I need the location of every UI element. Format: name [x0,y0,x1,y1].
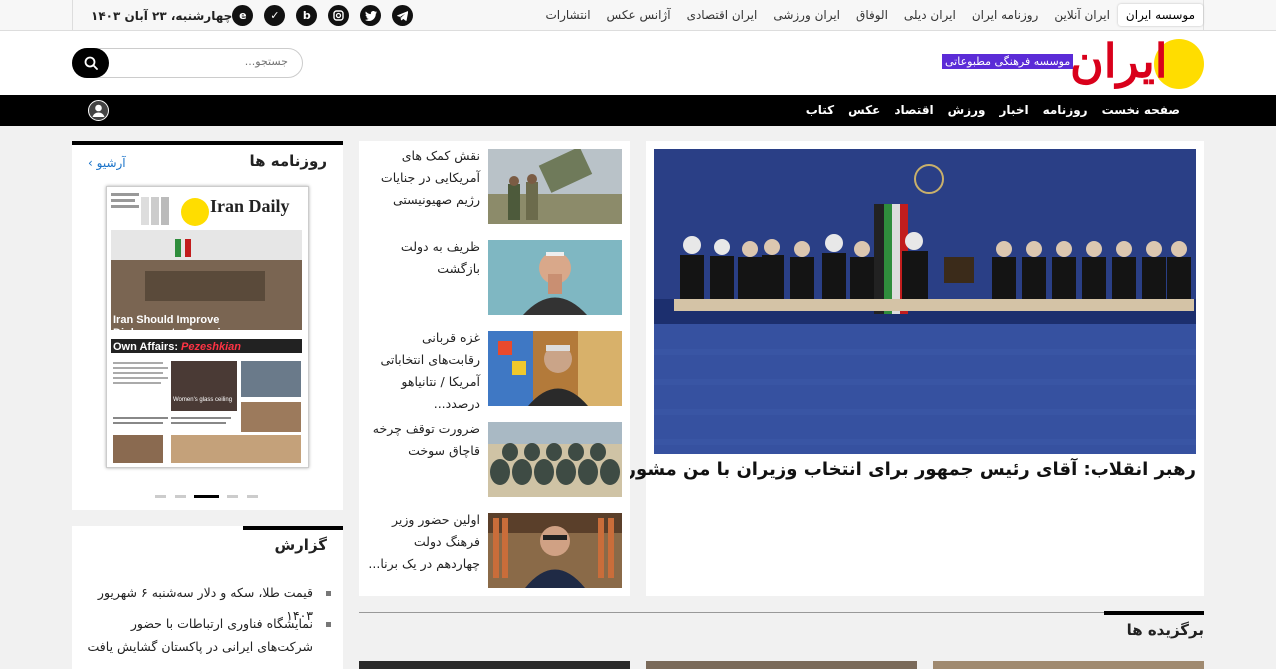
nav-item-book[interactable]: کتاب [799,95,841,126]
news-title[interactable]: نقش کمک های آمریکایی در جنایات رژیم صهیو… [368,145,480,211]
pick-card-image[interactable] [933,661,1204,669]
news-item[interactable]: ظریف به دولت بازگشت [359,232,630,315]
search-button[interactable] [72,48,109,78]
report-title[interactable]: نمایشگاه فناوری ارتباطات با حضور شرکت‌ها… [88,616,313,654]
nav-item-news[interactable]: اخبار [993,95,1036,126]
site-link-publications[interactable]: انتشارات [537,4,598,26]
site-link-institute[interactable]: موسسه ایران [1117,4,1203,26]
section-underline [243,526,343,530]
main-story: رهبر انقلاب: آقای رئیس جمهور برای انتخاب… [553,141,1204,596]
social-and-date: چهارشنبه، ۲۳ آبان ۱۴۰۳ e ✓ b [87,5,424,26]
svg-text:Own Affairs: Pezeshkian: Own Affairs: Pezeshkian [113,341,241,353]
eitaa-icon[interactable]: e [232,5,254,26]
twitter-icon[interactable] [360,5,382,26]
newspapers-widget: روزنامه ها آرشیو › Iran Daily Iran Shoul… [72,141,343,510]
news-title[interactable]: اولین حضور وزیر فرهنگ دولت چهاردهم در یک… [368,509,480,575]
site-header: ایران موسسه فرهنگی مطبوعاتی [0,31,1276,95]
nav-item-economy[interactable]: اقتصاد [887,95,940,126]
section-underline [1104,611,1204,615]
news-thumbnail[interactable] [488,331,622,406]
site-link-iran-newspaper[interactable]: روزنامه ایران [964,4,1047,26]
newspapers-title: روزنامه ها [249,152,328,170]
news-thumbnail[interactable] [488,513,622,588]
news-item[interactable]: نقش کمک های آمریکایی در جنایات رژیم صهیو… [359,141,630,224]
reports-title: گزارش [274,536,327,554]
site-link-iran-daily[interactable]: ایران دیلی [896,4,964,26]
pick-card-image[interactable] [646,661,917,669]
svg-text:Iran Should Improve: Iran Should Improve [113,314,219,326]
carousel-dot[interactable] [227,495,238,498]
svg-text:Diplomacy to Organize: Diplomacy to Organize [113,327,232,339]
archive-link[interactable]: آرشیو › [88,156,126,170]
search-box [72,48,303,78]
site-link-photo-agency[interactable]: آژانس عکس [599,4,679,26]
bullet-icon [326,622,331,627]
bale-icon[interactable]: b [296,5,318,26]
picks-divider [359,612,1204,613]
nav-item-photo[interactable]: عکس [841,95,887,126]
news-thumbnail[interactable] [488,422,622,497]
nav-menu: صفحه نخست روزنامه اخبار ورزش اقتصاد عکس … [799,95,1187,126]
news-item[interactable]: اولین حضور وزیر فرهنگ دولت چهاردهم در یک… [359,505,630,588]
news-item[interactable]: غزه قربانی رقابت‌های انتخاباتی آمریکا / … [359,323,630,411]
news-item[interactable]: ضرورت توقف چرخه قاچاق سوخت [359,414,630,497]
main-nav: صفحه نخست روزنامه اخبار ورزش اقتصاد عکس … [0,95,1276,126]
site-link-iran-varzeshi[interactable]: ایران ورزشی [765,4,848,26]
news-thumbnail[interactable] [488,240,622,315]
picks-title: برگزیده ها [1126,621,1204,639]
pick-card-image[interactable] [359,661,630,669]
telegram-icon[interactable] [392,5,414,26]
news-thumbnail[interactable] [488,149,622,224]
search-icon [84,56,98,70]
user-account-icon[interactable] [88,100,109,121]
top-bar-inner: موسسه ایران ایران آنلاین روزنامه ایران ا… [72,0,1204,31]
site-link-alvefagh[interactable]: الوفاق [848,4,896,26]
nav-item-home[interactable]: صفحه نخست [1095,95,1187,126]
carousel-dot[interactable] [155,495,166,498]
news-title[interactable]: غزه قربانی رقابت‌های انتخاباتی آمریکا / … [368,327,480,415]
news-title[interactable]: ظریف به دولت بازگشت [368,236,480,280]
report-item[interactable]: نمایشگاه فناوری ارتباطات با حضور شرکت‌ها… [80,612,335,658]
site-tagline: موسسه فرهنگی مطبوعاتی [942,54,1074,69]
site-link-iran-eghtesadi[interactable]: ایران اقتصادی [679,4,766,26]
current-date: چهارشنبه، ۲۳ آبان ۱۴۰۳ [91,8,233,23]
site-logo[interactable]: ایران [1070,33,1168,89]
search-input[interactable] [128,55,288,68]
carousel-dot-active[interactable] [194,495,219,498]
bullet-icon [326,591,331,596]
top-bar: موسسه ایران ایران آنلاین روزنامه ایران ا… [0,0,1276,31]
svg-text:Women's glass ceiling: Women's glass ceiling [173,397,232,403]
archive-label[interactable]: آرشیو [97,156,126,170]
reports-widget: گزارش قیمت طلا، سکه و دلار سه‌شنبه ۶ شهر… [72,526,343,669]
news-list: نقش کمک های آمریکایی در جنایات رژیم صهیو… [359,141,630,596]
news-title[interactable]: ضرورت توقف چرخه قاچاق سوخت [368,418,480,462]
main-story-image[interactable] [654,149,1196,454]
carousel-pagination [155,493,259,499]
carousel-dot[interactable] [247,495,258,498]
main-story-title[interactable]: رهبر انقلاب: آقای رئیس جمهور برای انتخاب… [553,459,1196,480]
carousel-dot[interactable] [175,495,186,498]
paper-masthead: Iran Daily [210,196,290,216]
soroush-icon[interactable]: ✓ [264,5,286,26]
sites-menu: موسسه ایران ایران آنلاین روزنامه ایران ا… [537,4,1203,26]
newspaper-cover[interactable]: Iran Daily Iran Should Improve Diplomacy… [106,186,309,468]
instagram-icon[interactable] [328,5,350,26]
nav-item-sports[interactable]: ورزش [941,95,993,126]
nav-item-newspaper[interactable]: روزنامه [1036,95,1095,126]
site-link-iran-online[interactable]: ایران آنلاین [1046,4,1118,26]
